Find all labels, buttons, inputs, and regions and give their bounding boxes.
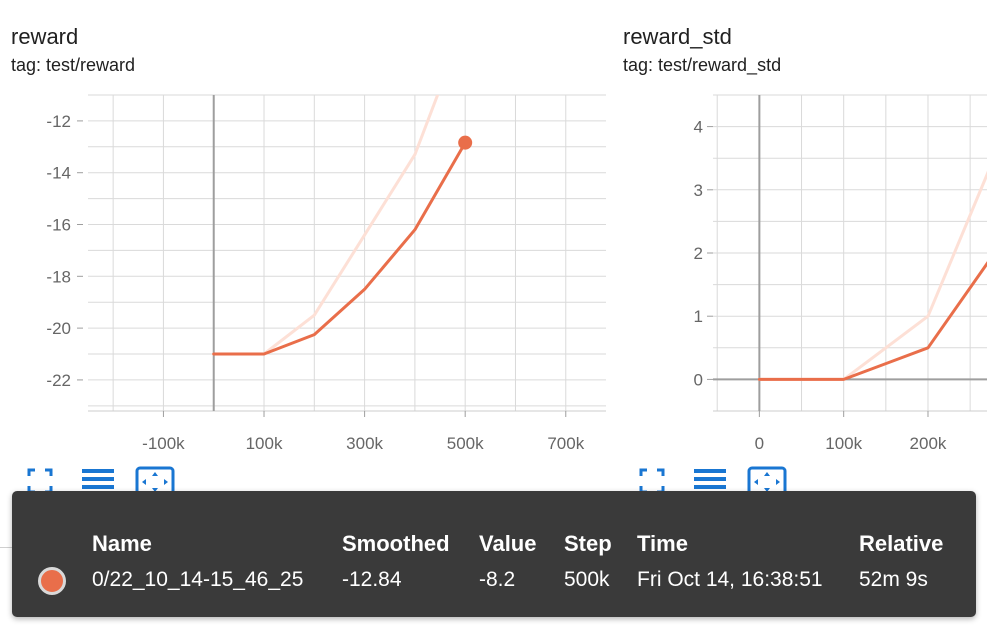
x-tick-label: -100k — [142, 434, 185, 453]
y-tick-label: -18 — [46, 267, 71, 286]
x-tick-label: 300k — [346, 434, 383, 453]
y-tick-label: 3 — [694, 181, 703, 200]
chart-canvas: -12-14-16-18-20-22-100k 100k 300k 500k 700k … — [46, 94, 987, 453]
series-line-raw — [212, 95, 440, 356]
series-group — [757, 170, 987, 381]
data-tooltip: Name Smoothed Value Step Time Relative 0… — [12, 491, 976, 617]
x-tick-label: 700k — [547, 434, 584, 453]
divider — [0, 547, 12, 548]
tooltip-header-time: Time — [637, 531, 688, 556]
tooltip-header-step: Step — [564, 531, 612, 556]
chart-reward: -12 -14 -16 -18 -20 -22 -100k 100k 300k 500k 700k — [46, 94, 606, 453]
tooltip-relative: 52m 9s — [859, 568, 928, 591]
run-color-swatch — [38, 567, 66, 595]
x-tick-label: 100k — [825, 434, 862, 453]
tooltip-header-value: Value — [479, 531, 537, 556]
tooltip-run-name: 0/22_10_14-15_46_25 — [92, 568, 304, 591]
x-tick-label: 0 — [755, 434, 764, 453]
tooltip-time: Fri Oct 14, 16:38:51 — [637, 568, 823, 591]
tooltip-smoothed-value: -12.84 — [342, 568, 402, 591]
tooltip-header-name: Name — [92, 531, 152, 556]
x-tick-label: 100k — [246, 434, 283, 453]
hover-point — [458, 135, 473, 150]
grid — [88, 94, 606, 411]
y-tick-label: 0 — [694, 370, 703, 389]
y-tick-label: 4 — [694, 118, 703, 137]
y-tick-label: -14 — [46, 164, 71, 183]
y-tick-label: 1 — [694, 307, 703, 326]
tooltip-header-relative: Relative — [859, 531, 944, 556]
y-tick-label: -22 — [46, 371, 71, 390]
chart-reward-std: 0 1 2 3 4 0 100k 200k — [694, 94, 987, 453]
y-tick-label: 2 — [694, 244, 703, 263]
grid — [713, 94, 987, 412]
x-tick-label: 200k — [910, 434, 947, 453]
series-group — [212, 95, 467, 356]
tooltip-value: -8.2 — [479, 568, 516, 591]
y-tick-label: -12 — [46, 112, 71, 131]
y-tick-label: -16 — [46, 216, 71, 235]
y-tick-label: -20 — [46, 319, 71, 338]
series-line-raw — [757, 170, 987, 381]
x-tick-label: 500k — [447, 434, 484, 453]
tooltip-step: 500k — [564, 568, 610, 591]
tooltip-header-smoothed: Smoothed — [342, 531, 450, 556]
series-line-smoothed — [212, 141, 467, 356]
